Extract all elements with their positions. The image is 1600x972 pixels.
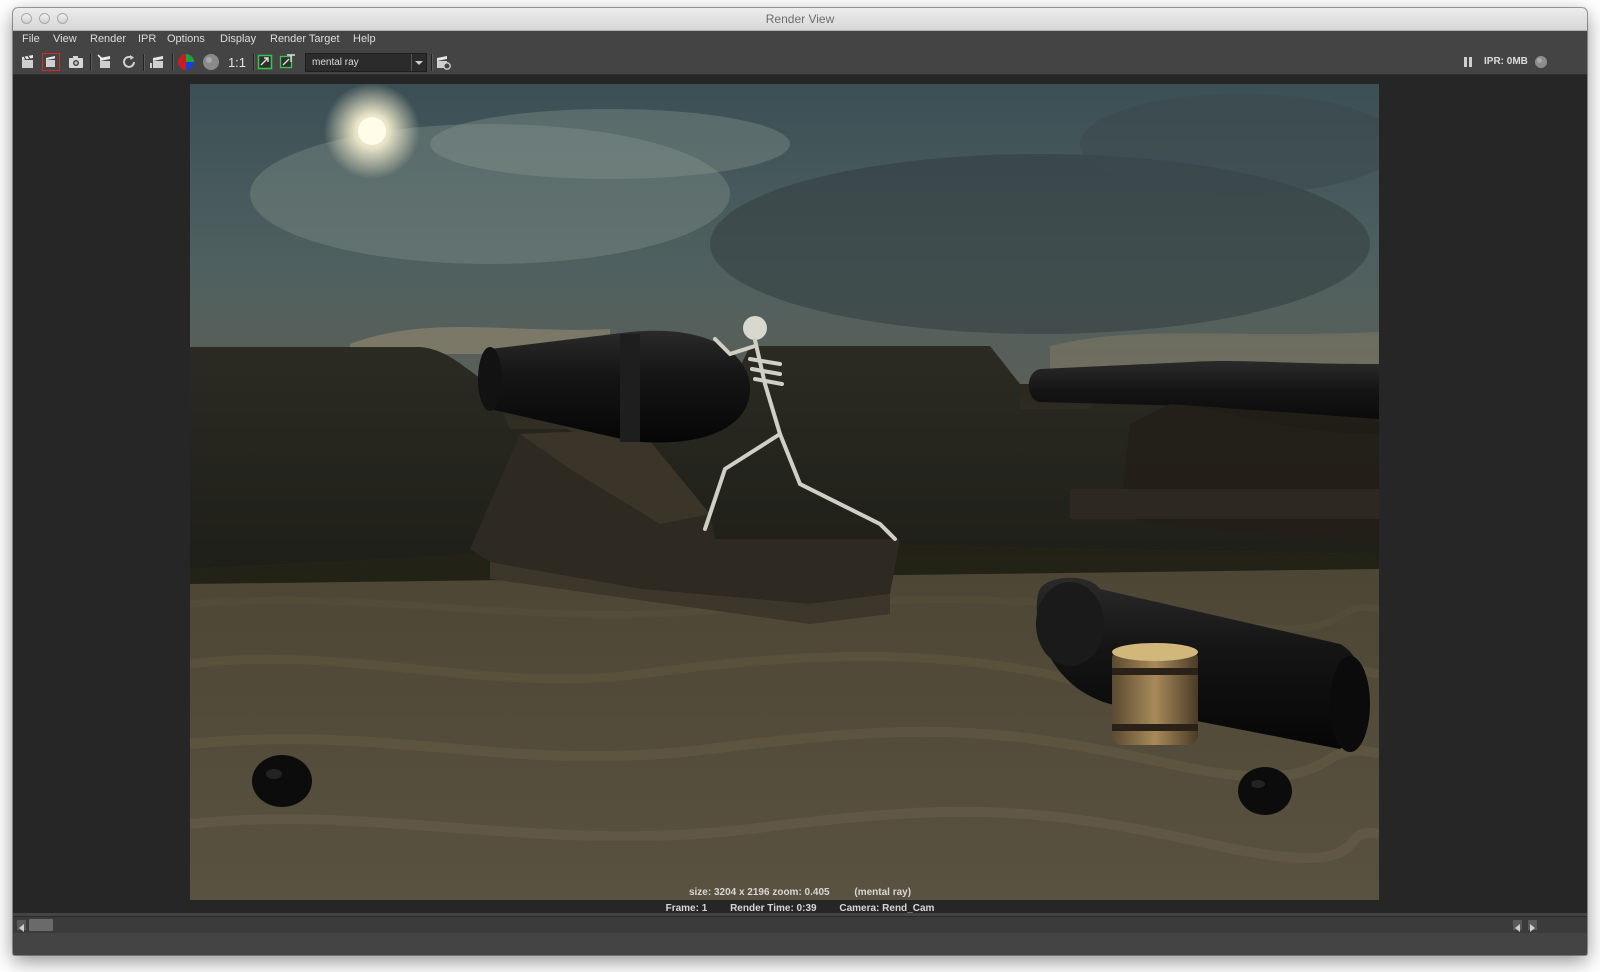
remove-image-button[interactable] <box>279 53 297 71</box>
region-clapper-icon <box>46 56 55 67</box>
render-sequence-button[interactable] <box>149 53 167 71</box>
menu-help[interactable]: Help <box>353 33 376 45</box>
ipr-render-button[interactable] <box>96 53 114 71</box>
menu-display[interactable]: Display <box>220 33 256 45</box>
menu-render[interactable]: Render <box>90 33 126 45</box>
scroll-right-icon[interactable] <box>1528 920 1537 932</box>
menu-file[interactable]: File <box>22 33 40 45</box>
render-view-window: Render View File View Render IPR Options… <box>13 8 1587 955</box>
real-size-button[interactable]: 1:1 <box>225 53 249 71</box>
renderer-tag: (mental ray) <box>854 887 912 898</box>
bottom-bar <box>13 933 1587 955</box>
toolbar-separator <box>143 54 145 71</box>
snapshot-button[interactable] <box>67 53 85 71</box>
sequence-clapper-icon <box>150 56 163 68</box>
refresh-ipr-button[interactable] <box>120 53 138 71</box>
remove-image-icon <box>279 54 295 69</box>
rgb-channels-icon <box>178 54 194 70</box>
toolbar: 1:1 mental ray IPR: 0MB <box>13 50 1587 75</box>
rendered-scene <box>190 84 1379 900</box>
keep-image-icon <box>257 54 273 70</box>
scroll-left-end-icon[interactable] <box>1513 920 1522 932</box>
toolbar-separator <box>431 54 433 71</box>
window-title: Render View <box>765 12 835 26</box>
title-bar: Render View <box>13 8 1587 31</box>
menu-bar: File View Render IPR Options Display Ren… <box>13 31 1587 49</box>
image-size-status: size: 3204 x 2196 zoom: 0.405 (mental ra… <box>13 887 1587 898</box>
display-alpha-button[interactable] <box>202 53 220 71</box>
horizontal-scrollbar[interactable] <box>13 916 1587 933</box>
pause-ipr-button[interactable] <box>1462 53 1474 71</box>
display-rgb-button[interactable] <box>177 53 195 71</box>
menu-options[interactable]: Options <box>167 33 205 45</box>
toolbar-separator <box>253 54 255 71</box>
chevron-down-icon <box>411 54 426 71</box>
camera-name: Camera: Rend_Cam <box>839 903 935 914</box>
menu-render-target[interactable]: Render Target <box>270 33 340 45</box>
toolbar-separator <box>90 54 92 71</box>
menu-view[interactable]: View <box>53 33 77 45</box>
status-light-icon <box>1535 56 1547 68</box>
render-settings-button[interactable] <box>434 53 452 71</box>
frame-number: Frame: 1 <box>665 903 708 914</box>
ipr-status-indicator <box>1532 53 1550 71</box>
refresh-icon <box>123 55 135 68</box>
render-settings-icon <box>437 56 451 70</box>
image-size-zoom: size: 3204 x 2196 zoom: 0.405 <box>688 887 830 898</box>
renderer-value: mental ray <box>312 57 359 68</box>
keep-image-button[interactable] <box>256 53 274 71</box>
alpha-channel-icon <box>203 54 219 70</box>
toolbar-separator <box>172 54 174 71</box>
renderer-dropdown[interactable]: mental ray <box>305 53 427 72</box>
rendered-image <box>190 84 1379 900</box>
scroll-left-icon[interactable] <box>17 920 26 932</box>
ipr-clapper-icon <box>97 54 110 68</box>
render-time: Render Time: 0:39 <box>730 903 817 914</box>
camera-icon <box>69 56 83 68</box>
render-region-button[interactable] <box>42 53 60 71</box>
ipr-memory-label: IPR: 0MB <box>1484 56 1528 67</box>
pause-icon <box>1464 57 1472 67</box>
clapper-icon <box>22 55 33 68</box>
scrollbar-thumb[interactable] <box>29 919 53 931</box>
render-info-status: Frame: 1 Render Time: 0:39 Camera: Rend_… <box>13 903 1587 914</box>
render-viewport[interactable]: size: 3204 x 2196 zoom: 0.405 (mental ra… <box>13 75 1587 914</box>
redo-render-button[interactable] <box>19 53 37 71</box>
menu-ipr[interactable]: IPR <box>138 33 156 45</box>
